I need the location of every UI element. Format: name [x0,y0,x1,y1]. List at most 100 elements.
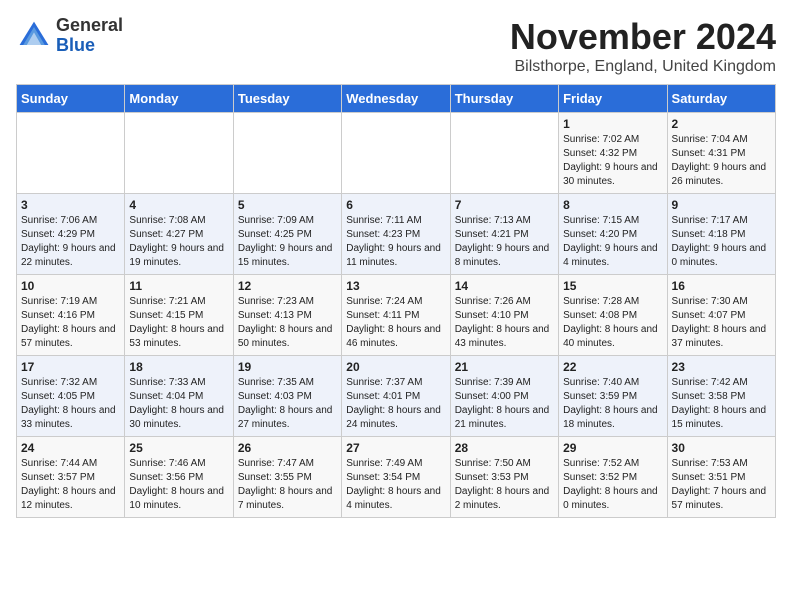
logo-text: General Blue [56,16,123,56]
day-number: 6 [346,198,445,212]
day-info: Sunrise: 7:47 AM Sunset: 3:55 PM Dayligh… [238,457,337,513]
day-number: 20 [346,360,445,374]
day-number: 24 [21,441,120,455]
day-number: 12 [238,279,337,293]
day-number: 7 [455,198,554,212]
day-number: 18 [129,360,228,374]
calendar-cell: 14 Sunrise: 7:26 AM Sunset: 4:10 PM Dayli… [450,275,558,356]
location: Bilsthorpe, England, United Kingdom [510,58,776,76]
calendar-cell: 5 Sunrise: 7:09 AM Sunset: 4:25 PM Daylig… [233,194,341,275]
day-info: Sunrise: 7:21 AM Sunset: 4:15 PM Dayligh… [129,295,228,351]
day-header-sunday: Sunday [17,85,125,113]
day-info: Sunrise: 7:35 AM Sunset: 4:03 PM Dayligh… [238,376,337,432]
day-number: 13 [346,279,445,293]
calendar-cell: 2 Sunrise: 7:04 AM Sunset: 4:31 PM Daylig… [667,113,775,194]
day-header-tuesday: Tuesday [233,85,341,113]
day-number: 30 [672,441,771,455]
calendar-cell: 10 Sunrise: 7:19 AM Sunset: 4:16 PM Dayli… [17,275,125,356]
day-number: 3 [21,198,120,212]
day-info: Sunrise: 7:46 AM Sunset: 3:56 PM Dayligh… [129,457,228,513]
day-info: Sunrise: 7:33 AM Sunset: 4:04 PM Dayligh… [129,376,228,432]
calendar-cell: 3 Sunrise: 7:06 AM Sunset: 4:29 PM Daylig… [17,194,125,275]
week-row-3: 10 Sunrise: 7:19 AM Sunset: 4:16 PM Dayli… [17,275,776,356]
calendar-cell [17,113,125,194]
day-number: 14 [455,279,554,293]
calendar-cell [233,113,341,194]
calendar-cell: 9 Sunrise: 7:17 AM Sunset: 4:18 PM Daylig… [667,194,775,275]
day-info: Sunrise: 7:09 AM Sunset: 4:25 PM Dayligh… [238,214,337,270]
day-number: 8 [563,198,662,212]
day-number: 29 [563,441,662,455]
day-info: Sunrise: 7:44 AM Sunset: 3:57 PM Dayligh… [21,457,120,513]
page-header: General Blue November 2024 Bilsthorpe, E… [16,16,776,76]
calendar-cell: 7 Sunrise: 7:13 AM Sunset: 4:21 PM Daylig… [450,194,558,275]
day-number: 19 [238,360,337,374]
week-row-4: 17Sunrise: 7:32 AM Sunset: 4:05 PM Dayli… [17,356,776,437]
day-number: 1 [563,117,662,131]
day-header-friday: Friday [559,85,667,113]
calendar-cell: 21 Sunrise: 7:39 AM Sunset: 4:00 PM Dayli… [450,356,558,437]
calendar-cell: 28 Sunrise: 7:50 AM Sunset: 3:53 PM Dayli… [450,437,558,518]
day-info: Sunrise: 7:13 AM Sunset: 4:21 PM Dayligh… [455,214,554,270]
calendar-cell [450,113,558,194]
calendar-cell [342,113,450,194]
day-info: Sunrise: 7:26 AM Sunset: 4:10 PM Dayligh… [455,295,554,351]
day-number: 23 [672,360,771,374]
calendar-cell: 23 Sunrise: 7:42 AM Sunset: 3:58 PM Dayli… [667,356,775,437]
calendar-header-row: SundayMondayTuesdayWednesdayThursdayFrid… [17,85,776,113]
day-number: 15 [563,279,662,293]
day-number: 11 [129,279,228,293]
day-info: Sunrise: 7:52 AM Sunset: 3:52 PM Dayligh… [563,457,662,513]
day-number: 4 [129,198,228,212]
logo: General Blue [16,16,123,56]
calendar-cell: 11 Sunrise: 7:21 AM Sunset: 4:15 PM Dayli… [125,275,233,356]
day-info: Sunrise: 7:17 AM Sunset: 4:18 PM Dayligh… [672,214,771,270]
day-number: 5 [238,198,337,212]
day-info: Sunrise: 7:30 AM Sunset: 4:07 PM Dayligh… [672,295,771,351]
title-area: November 2024 Bilsthorpe, England, Unite… [510,16,776,76]
calendar-cell: 17Sunrise: 7:32 AM Sunset: 4:05 PM Dayli… [17,356,125,437]
calendar-cell: 30 Sunrise: 7:53 AM Sunset: 3:51 PM Dayli… [667,437,775,518]
calendar-cell: 19 Sunrise: 7:35 AM Sunset: 4:03 PM Dayli… [233,356,341,437]
calendar-cell: 13 Sunrise: 7:24 AM Sunset: 4:11 PM Dayli… [342,275,450,356]
day-info: Sunrise: 7:40 AM Sunset: 3:59 PM Dayligh… [563,376,662,432]
day-number: 16 [672,279,771,293]
day-number: 21 [455,360,554,374]
week-row-1: 1 Sunrise: 7:02 AM Sunset: 4:32 PM Daylig… [17,113,776,194]
day-header-wednesday: Wednesday [342,85,450,113]
day-number: 28 [455,441,554,455]
day-info: Sunrise: 7:53 AM Sunset: 3:51 PM Dayligh… [672,457,771,513]
calendar-cell: 22Sunrise: 7:40 AM Sunset: 3:59 PM Dayli… [559,356,667,437]
day-info: Sunrise: 7:39 AM Sunset: 4:00 PM Dayligh… [455,376,554,432]
day-number: 9 [672,198,771,212]
day-info: Sunrise: 7:24 AM Sunset: 4:11 PM Dayligh… [346,295,445,351]
calendar-cell [125,113,233,194]
day-header-monday: Monday [125,85,233,113]
day-number: 2 [672,117,771,131]
calendar-body: 1 Sunrise: 7:02 AM Sunset: 4:32 PM Daylig… [17,113,776,518]
calendar-cell: 25 Sunrise: 7:46 AM Sunset: 3:56 PM Dayli… [125,437,233,518]
day-info: Sunrise: 7:08 AM Sunset: 4:27 PM Dayligh… [129,214,228,270]
week-row-2: 3 Sunrise: 7:06 AM Sunset: 4:29 PM Daylig… [17,194,776,275]
month-title: November 2024 [510,16,776,58]
day-info: Sunrise: 7:19 AM Sunset: 4:16 PM Dayligh… [21,295,120,351]
calendar-cell: 15 Sunrise: 7:28 AM Sunset: 4:08 PM Dayli… [559,275,667,356]
day-info: Sunrise: 7:42 AM Sunset: 3:58 PM Dayligh… [672,376,771,432]
calendar-cell: 6Sunrise: 7:11 AM Sunset: 4:23 PM Daylig… [342,194,450,275]
logo-icon [16,18,52,54]
calendar-cell: 27Sunrise: 7:49 AM Sunset: 3:54 PM Dayli… [342,437,450,518]
calendar-cell: 18 Sunrise: 7:33 AM Sunset: 4:04 PM Dayli… [125,356,233,437]
calendar-cell: 12Sunrise: 7:23 AM Sunset: 4:13 PM Dayli… [233,275,341,356]
day-info: Sunrise: 7:50 AM Sunset: 3:53 PM Dayligh… [455,457,554,513]
day-info: Sunrise: 7:49 AM Sunset: 3:54 PM Dayligh… [346,457,445,513]
day-number: 10 [21,279,120,293]
day-info: Sunrise: 7:04 AM Sunset: 4:31 PM Dayligh… [672,133,771,189]
calendar-cell: 16 Sunrise: 7:30 AM Sunset: 4:07 PM Dayli… [667,275,775,356]
day-info: Sunrise: 7:28 AM Sunset: 4:08 PM Dayligh… [563,295,662,351]
calendar-cell: 4 Sunrise: 7:08 AM Sunset: 4:27 PM Daylig… [125,194,233,275]
day-number: 25 [129,441,228,455]
day-info: Sunrise: 7:02 AM Sunset: 4:32 PM Dayligh… [563,133,662,189]
calendar-cell: 29 Sunrise: 7:52 AM Sunset: 3:52 PM Dayli… [559,437,667,518]
day-info: Sunrise: 7:06 AM Sunset: 4:29 PM Dayligh… [21,214,120,270]
day-number: 26 [238,441,337,455]
